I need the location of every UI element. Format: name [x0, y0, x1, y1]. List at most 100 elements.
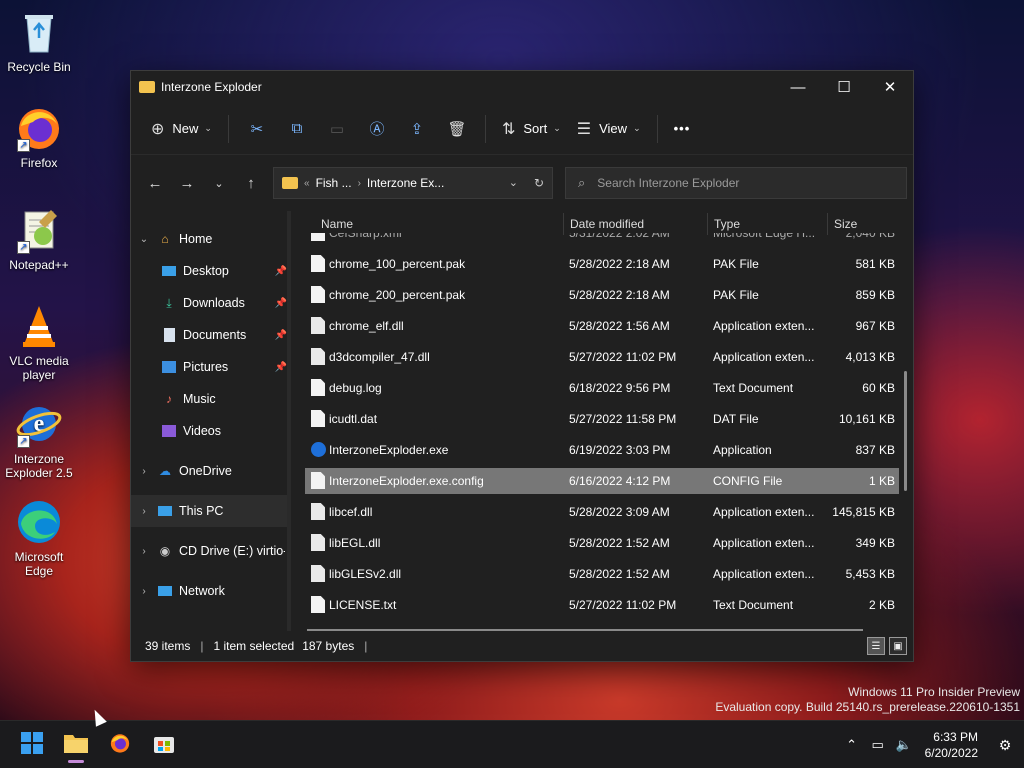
chevron-right-icon[interactable]: ›: [137, 546, 151, 557]
file-row[interactable]: InterzoneExploder.exe.config 6/16/2022 4:…: [305, 468, 899, 494]
file-date: 5/28/2022 2:18 AM: [569, 257, 670, 271]
file-row[interactable]: libEGL.dll 5/28/2022 1:52 AM Application e…: [305, 530, 899, 556]
vlc-icon: [15, 302, 63, 350]
computer-icon: [157, 503, 173, 519]
up-button[interactable]: ↑: [235, 167, 267, 199]
sidebar-item-videos[interactable]: Videos: [131, 415, 291, 447]
sidebar-item-onedrive[interactable]: › ☁ OneDrive: [131, 455, 291, 487]
network-icon[interactable]: ▭: [865, 737, 891, 753]
close-button[interactable]: ✕: [867, 71, 913, 103]
address-bar[interactable]: « Fish ... › Interzone Ex... ⌄ ↻: [273, 167, 553, 199]
chevron-right-icon[interactable]: ›: [137, 586, 151, 597]
folder-icon: [282, 177, 298, 189]
maximize-button[interactable]: ☐: [821, 71, 867, 103]
rename-button[interactable]: Ⓐ: [357, 111, 397, 147]
file-list: ⌃ Name Date modified Type Size CefSharp.…: [291, 211, 913, 631]
cut-button[interactable]: ✂: [237, 111, 277, 147]
pin-icon: 📌: [274, 297, 287, 309]
clock[interactable]: 6:33 PM 6/20/2022: [925, 729, 978, 761]
file-row[interactable]: chrome_200_percent.pak 5/28/2022 2:18 AM P…: [305, 282, 899, 308]
column-divider[interactable]: [707, 213, 708, 235]
desktop-icon-label: Firefox: [20, 156, 58, 170]
column-header-date[interactable]: Date modified: [570, 217, 644, 231]
system-tray: ⌃ ▭ 🔈 6:33 PM 6/20/2022 ⚙: [839, 721, 1024, 768]
file-row[interactable]: d3dcompiler_47.dll 5/27/2022 11:02 PM Appl…: [305, 344, 899, 370]
file-date: 5/28/2022 1:56 AM: [569, 319, 670, 333]
arrow-right-icon: →: [179, 174, 195, 192]
column-divider[interactable]: [563, 213, 564, 235]
file-size: 2 KB: [868, 598, 895, 612]
sort-button[interactable]: ⇅ Sort ⌄: [494, 111, 569, 147]
chevron-down-icon[interactable]: ⌄: [509, 176, 518, 190]
breadcrumb-item[interactable]: Interzone Ex...: [367, 176, 444, 190]
more-options-button[interactable]: •••: [666, 111, 699, 147]
chevron-right-icon[interactable]: ›: [137, 506, 151, 517]
file-row[interactable]: libGLESv2.dll 5/28/2022 1:52 AM Applicatio…: [305, 561, 899, 587]
column-header-name[interactable]: Name: [321, 217, 353, 231]
desktop-icon-interzone-exploder[interactable]: e ↗ Interzone Exploder 2.5: [1, 400, 77, 480]
sidebar-item-home[interactable]: ⌄ ⌂ Home: [131, 223, 291, 255]
windows-logo-icon: [21, 732, 43, 757]
sidebar-item-documents[interactable]: Documents 📌: [131, 319, 291, 351]
search-box[interactable]: ⌕ Search Interzone Exploder: [565, 167, 907, 199]
breadcrumb-overflow[interactable]: «: [304, 178, 310, 189]
delete-button[interactable]: 🗑: [437, 111, 477, 147]
new-button[interactable]: ⊕ New ⌄: [143, 111, 220, 147]
file-row[interactable]: libcef.dll 5/28/2022 3:09 AM Application e…: [305, 499, 899, 525]
search-icon: ⌕: [578, 175, 586, 190]
column-divider[interactable]: [827, 213, 828, 235]
breadcrumb-item[interactable]: Fish ...: [316, 176, 352, 190]
title-bar[interactable]: Interzone Exploder — ☐ ✕: [131, 71, 913, 103]
column-header-type[interactable]: Type: [714, 217, 740, 231]
vertical-scrollbar[interactable]: [904, 371, 907, 491]
sidebar-item-music[interactable]: ♪ Music: [131, 383, 291, 415]
share-button[interactable]: ⇪: [397, 111, 437, 147]
details-view-button[interactable]: ☰: [867, 637, 885, 655]
sidebar-item-desktop[interactable]: Desktop 📌: [131, 255, 291, 287]
back-button[interactable]: ←: [139, 167, 171, 199]
notification-settings-icon[interactable]: ⚙: [992, 737, 1018, 754]
taskbar-microsoft-store[interactable]: [144, 725, 184, 765]
file-row[interactable]: InterzoneExploder.exe 6/19/2022 3:03 PM Ap…: [305, 437, 899, 463]
file-row[interactable]: chrome_100_percent.pak 5/28/2022 2:18 AM P…: [305, 251, 899, 277]
sidebar-item-this-pc[interactable]: › This PC: [131, 495, 291, 527]
desktop-icon-recycle-bin[interactable]: Recycle Bin: [1, 8, 77, 74]
chevron-down-icon: ⌄: [214, 177, 224, 190]
tiles-view-button[interactable]: ▣: [889, 637, 907, 655]
sidebar-item-downloads[interactable]: ⤓ Downloads 📌: [131, 287, 291, 319]
taskbar-file-explorer[interactable]: [56, 725, 96, 765]
chevron-right-icon[interactable]: ›: [137, 466, 151, 477]
file-row[interactable]: icudtl.dat 5/27/2022 11:58 PM DAT File 10,1…: [305, 406, 899, 432]
recent-locations-button[interactable]: ⌄: [203, 167, 235, 199]
sidebar-item-pictures[interactable]: Pictures 📌: [131, 351, 291, 383]
sidebar-item-network[interactable]: › Network: [131, 575, 291, 607]
desktop-icon-edge[interactable]: Microsoft Edge: [1, 498, 77, 578]
file-name: d3dcompiler_47.dll: [329, 350, 430, 364]
view-button[interactable]: ☰ View ⌄: [569, 111, 649, 147]
forward-button[interactable]: →: [171, 167, 203, 199]
desktop-icon-label: VLC media player: [9, 354, 69, 382]
volume-muted-icon[interactable]: 🔈: [891, 737, 917, 753]
chevron-down-icon[interactable]: ⌄: [137, 234, 151, 245]
rename-icon: Ⓐ: [369, 121, 385, 138]
desktop-icon-firefox[interactable]: ↗ Firefox: [1, 104, 77, 170]
file-type: Application exten...: [713, 505, 815, 519]
paste-button[interactable]: ▭: [317, 111, 357, 147]
copy-button[interactable]: ⧉: [277, 111, 317, 147]
file-type: Application exten...: [713, 319, 815, 333]
file-row[interactable]: LICENSE.txt 5/27/2022 11:02 PM Text Docume…: [305, 592, 899, 618]
file-row[interactable]: chrome_elf.dll 5/28/2022 1:56 AM Applicati…: [305, 313, 899, 339]
show-hidden-icons-button[interactable]: ⌃: [839, 737, 865, 753]
details-view-icon: ☰: [871, 640, 881, 652]
file-row[interactable]: CefSharp.xml 5/31/2022 2:02 AM Microsoft E…: [305, 233, 899, 246]
minimize-button[interactable]: —: [775, 71, 821, 103]
desktop-icon-notepad-plus-plus[interactable]: ↗ Notepad++: [1, 206, 77, 272]
file-row[interactable]: debug.log 6/18/2022 9:56 PM Text Document 6…: [305, 375, 899, 401]
start-button[interactable]: [12, 725, 52, 765]
file-size: 967 KB: [855, 319, 895, 333]
column-header-size[interactable]: Size: [834, 217, 857, 231]
sidebar-item-cd-drive[interactable]: › ◉ CD Drive (E:) virtio-w: [131, 535, 291, 567]
taskbar-firefox[interactable]: [100, 725, 140, 765]
refresh-icon[interactable]: ↻: [534, 176, 544, 190]
desktop-icon-vlc[interactable]: VLC media player: [1, 302, 77, 382]
